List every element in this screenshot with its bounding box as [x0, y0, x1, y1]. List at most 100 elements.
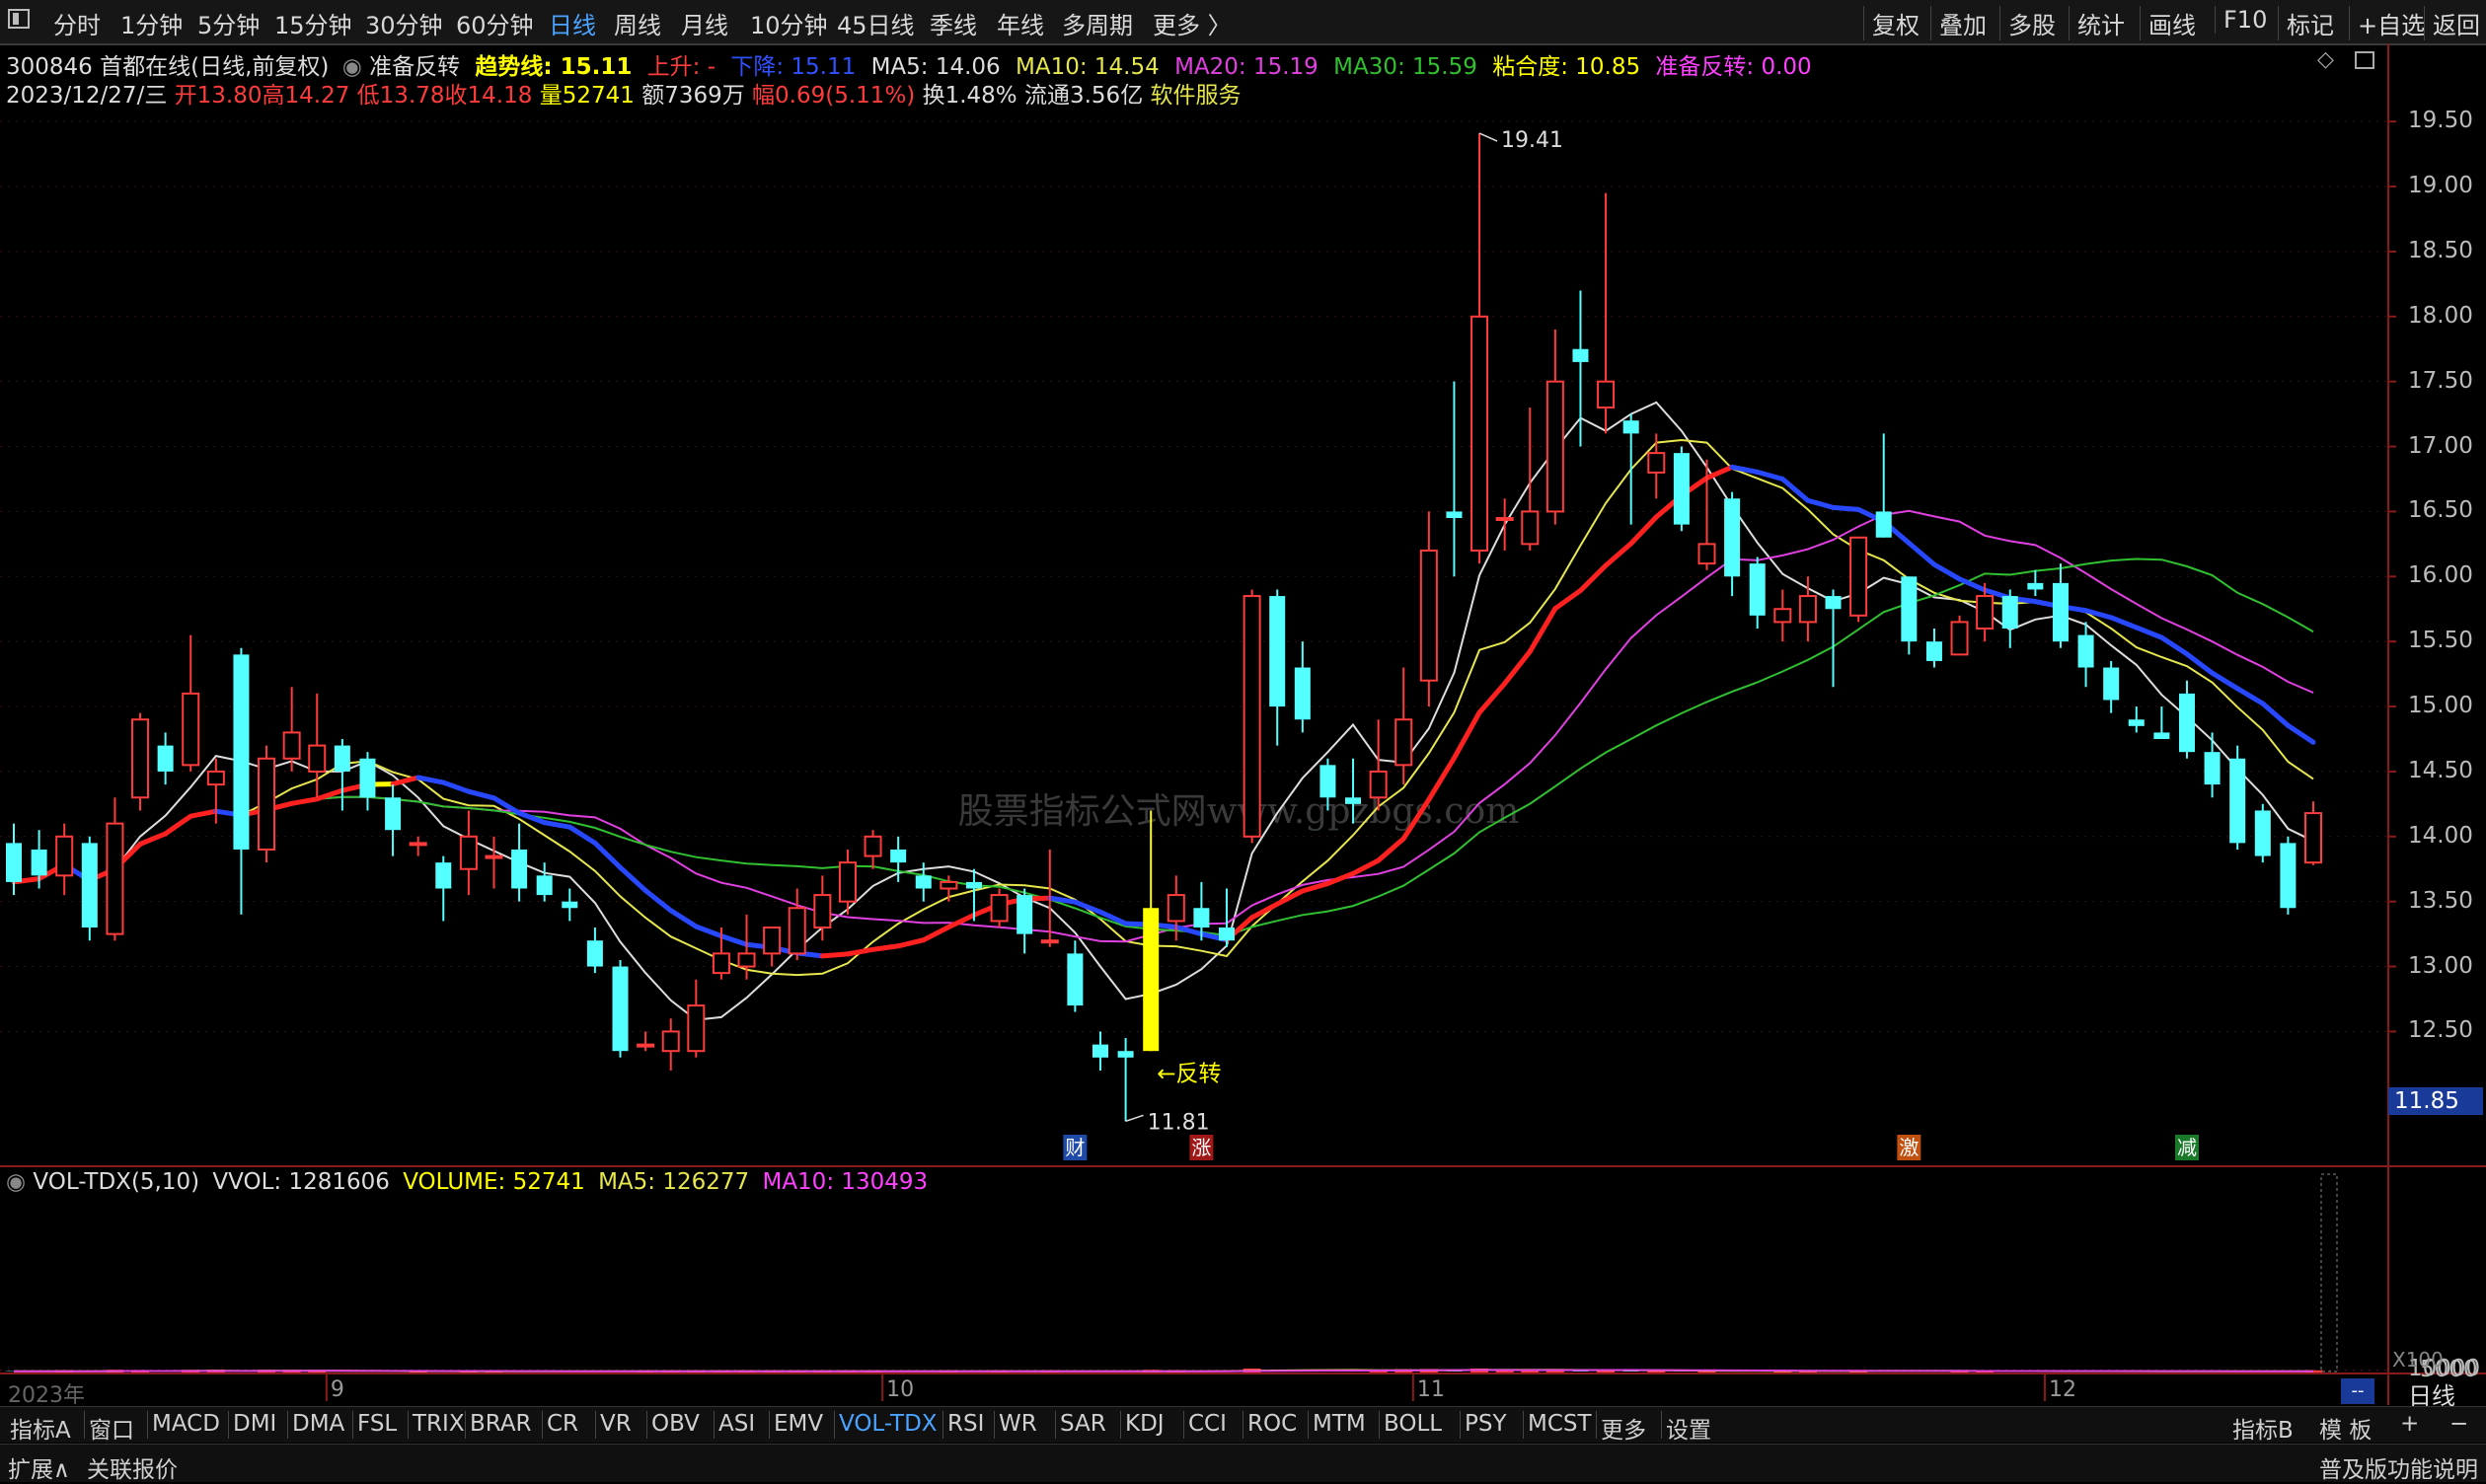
price-tick-label: 13.00 — [2408, 953, 2473, 979]
candle-body — [1750, 563, 1766, 616]
indicator-tab-25[interactable]: 设置 — [1666, 1411, 1711, 1445]
tab-divider — [352, 1411, 353, 1439]
trend-segment — [924, 928, 949, 940]
trend-segment — [2086, 611, 2112, 618]
period-7[interactable]: 周线 — [614, 6, 661, 40]
period-12[interactable]: 年线 — [997, 6, 1044, 40]
indicator-tab-18[interactable]: CCI — [1188, 1411, 1227, 1437]
indicator-tab-11[interactable]: ASI — [718, 1411, 755, 1437]
candle-body — [1977, 596, 1993, 629]
period-14[interactable]: 更多 〉 — [1153, 6, 1232, 40]
vol-toggle-icon[interactable]: ◉ — [6, 1169, 26, 1195]
price-tick-label: 19.50 — [2408, 108, 2473, 133]
toolbar-button-6[interactable]: 标记 — [2278, 6, 2334, 40]
trend-segment — [1631, 517, 1657, 544]
indicator-tab-6[interactable]: TRIX — [413, 1411, 465, 1437]
volume-selection-box — [2321, 1174, 2337, 1372]
edition-info-link[interactable]: 普及版功能说明 — [2319, 1450, 2478, 1484]
period-10[interactable]: 45日线 — [837, 6, 915, 40]
tab-divider — [595, 1411, 596, 1439]
candle-body — [840, 862, 856, 902]
volume-unit: X100 — [2392, 1348, 2444, 1372]
month-label: 9 — [331, 1377, 344, 1402]
period-8[interactable]: 月线 — [681, 6, 728, 40]
trend-segment — [166, 816, 191, 834]
window-menu-icon[interactable] — [8, 9, 30, 29]
indicator-tab-0[interactable]: 指标A — [10, 1411, 71, 1445]
candle-body — [890, 850, 906, 862]
indicator-right-button-0[interactable]: 指标B — [2232, 1411, 2294, 1445]
expand-button[interactable]: 扩展∧ — [8, 1450, 70, 1484]
event-tag-label: 财 — [1065, 1136, 1085, 1159]
period-1[interactable]: 1分钟 — [120, 6, 183, 40]
indicator-tab-14[interactable]: RSI — [947, 1411, 984, 1437]
indicator-tab-12[interactable]: EMV — [774, 1411, 823, 1437]
period-9[interactable]: 10分钟 — [750, 6, 828, 40]
related-quote-button[interactable]: 关联报价 — [87, 1450, 178, 1484]
indicator-tab-5[interactable]: FSL — [357, 1411, 397, 1437]
trend-segment — [1934, 564, 1960, 579]
toolbar-button-0[interactable]: 复权 — [1863, 6, 1920, 40]
indicator-tab-1[interactable]: 窗口 — [89, 1411, 134, 1445]
period-2[interactable]: 5分钟 — [197, 6, 260, 40]
period-13[interactable]: 多周期 — [1062, 6, 1133, 40]
indicator-tab-24[interactable]: 更多 — [1601, 1411, 1646, 1445]
indicator-tab-16[interactable]: SAR — [1060, 1411, 1106, 1437]
period-6[interactable]: 日线 — [549, 6, 596, 40]
candle-body — [2280, 843, 2296, 908]
candle-body — [107, 824, 122, 934]
indicator-tab-9[interactable]: VR — [600, 1411, 632, 1437]
low-pointer — [1126, 1115, 1144, 1121]
indicator-tab-3[interactable]: DMI — [233, 1411, 276, 1437]
ma20-line — [14, 511, 2313, 941]
toolbar-button-2[interactable]: 多股 — [1999, 6, 2056, 40]
toolbar-button-7[interactable]: +自选 — [2349, 6, 2425, 40]
indicator-tab-8[interactable]: CR — [547, 1411, 578, 1437]
period-11[interactable]: 季线 — [930, 6, 977, 40]
toolbar-button-4[interactable]: 画线 — [2140, 6, 2196, 40]
indicator-right-button-1[interactable]: 模 板 — [2319, 1411, 2372, 1445]
price-tick-label: 15.50 — [2408, 628, 2473, 653]
indicator-tab-19[interactable]: ROC — [1247, 1411, 1297, 1437]
candle-body — [1345, 797, 1361, 804]
toolbar-button-3[interactable]: 统计 — [2069, 6, 2125, 40]
period-3[interactable]: 15分钟 — [274, 6, 352, 40]
indicator-tab-20[interactable]: MTM — [1313, 1411, 1366, 1437]
indicator-tab-23[interactable]: MCST — [1528, 1411, 1592, 1437]
candle-body — [2129, 719, 2145, 726]
trend-segment — [2137, 628, 2162, 637]
tab-divider — [646, 1411, 647, 1439]
tab-divider — [1596, 1411, 1597, 1439]
toolbar-button-1[interactable]: 叠加 — [1930, 6, 1987, 40]
price-tick-label: 16.50 — [2408, 497, 2473, 523]
period-0[interactable]: 分时 — [53, 6, 101, 40]
indicator-right-button-3[interactable]: − — [2449, 1411, 2468, 1437]
toolbar-button-8[interactable]: 返回 — [2424, 6, 2480, 40]
indicator-tab-2[interactable]: MACD — [152, 1411, 220, 1437]
candle-body — [739, 953, 755, 966]
tab-divider — [769, 1411, 770, 1439]
period-5[interactable]: 60分钟 — [456, 6, 534, 40]
candle-body — [158, 746, 174, 772]
indicator-tab-7[interactable]: BRAR — [470, 1411, 532, 1437]
high-pointer — [1479, 133, 1497, 141]
indicator-tab-15[interactable]: WR — [999, 1411, 1037, 1437]
kline-chart[interactable]: 股票指标公式网www.gpzbgs.com 19.4111.81←反转财涨激减 — [0, 43, 2486, 1405]
candle-body — [385, 797, 401, 830]
candle-body — [1547, 382, 1563, 512]
indicator-tab-21[interactable]: BOLL — [1384, 1411, 1442, 1437]
scroll-indicator[interactable]: -- — [2341, 1378, 2374, 1404]
indicator-tab-17[interactable]: KDJ — [1125, 1411, 1165, 1437]
trend-segment — [140, 834, 166, 845]
period-4[interactable]: 30分钟 — [365, 6, 443, 40]
indicator-tab-22[interactable]: PSY — [1465, 1411, 1507, 1437]
indicator-tab-10[interactable]: OBV — [651, 1411, 700, 1437]
candle-body — [1269, 596, 1285, 706]
candle-body — [1446, 511, 1462, 518]
indicator-tab-13[interactable]: VOL-TDX — [839, 1411, 938, 1437]
price-tick-label: 17.00 — [2408, 433, 2473, 459]
indicator-tab-4[interactable]: DMA — [292, 1411, 344, 1437]
indicator-right-button-2[interactable]: + — [2400, 1411, 2419, 1437]
toolbar-button-5[interactable]: F10 — [2215, 6, 2267, 34]
trend-segment — [2111, 618, 2137, 628]
